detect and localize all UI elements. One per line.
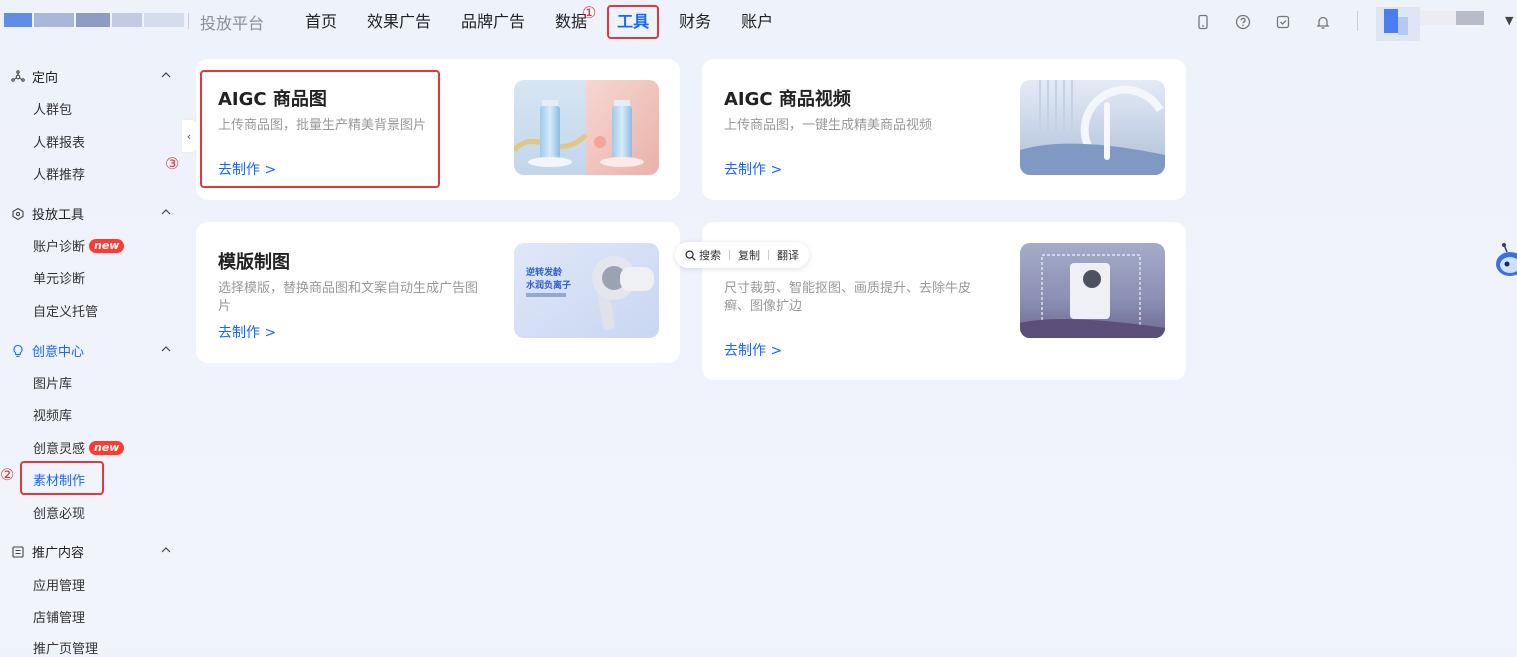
sidebar-group-promo-content[interactable]: 推广内容 bbox=[10, 542, 84, 561]
go-create-link[interactable]: 去制作 > bbox=[218, 322, 276, 342]
sidebar-group-label: 定向 bbox=[32, 71, 59, 86]
header-icons bbox=[1192, 11, 1334, 33]
sidebar-item-store-management[interactable]: 店铺管理 bbox=[33, 607, 85, 626]
card-description: 上传商品图，一键生成精美商品视频 bbox=[724, 118, 933, 133]
thumbnail-subheadline: 水润负离子 bbox=[526, 279, 571, 291]
sidebar-item-custom-hosting[interactable]: 自定义托管 bbox=[33, 301, 98, 320]
header-divider bbox=[1357, 11, 1358, 31]
main-nav: 首页 效果广告 品牌广告 数据 工具 财务 账户 bbox=[305, 0, 803, 44]
sidebar-group-label: 推广内容 bbox=[32, 546, 85, 561]
card-title: 模版制图 bbox=[218, 252, 290, 273]
sidebar-group-label: 投放工具 bbox=[32, 208, 85, 223]
brand-divider bbox=[188, 13, 189, 29]
bell-icon[interactable] bbox=[1312, 11, 1334, 33]
user-menu-chevron-icon[interactable]: ▼ bbox=[1505, 14, 1513, 27]
thumbnail-headline: 逆转发龄 bbox=[526, 266, 563, 278]
nav-finance[interactable]: 财务 bbox=[679, 0, 711, 44]
help-icon[interactable] bbox=[1232, 11, 1254, 33]
sidebar-item-label: 创意灵感 bbox=[33, 442, 86, 457]
search-label: 搜索 bbox=[699, 249, 721, 262]
sidebar-group-creative-center[interactable]: 创意中心 bbox=[10, 341, 84, 360]
targeting-icon bbox=[10, 69, 26, 85]
card-description: 尺寸裁剪、智能抠图、画质提升、去除牛皮癣、图像扩边 bbox=[724, 281, 972, 314]
nav-brand-ads[interactable]: 品牌广告 bbox=[461, 0, 525, 44]
toolbar-divider bbox=[768, 250, 769, 260]
tools-icon bbox=[10, 206, 26, 222]
content-icon bbox=[10, 544, 26, 560]
sidebar-item-app-management[interactable]: 应用管理 bbox=[33, 575, 85, 594]
translate-action[interactable]: 翻译 bbox=[777, 247, 799, 263]
text-selection-toolbar: 搜索 复制 翻译 bbox=[675, 242, 809, 268]
chevron-up-icon[interactable] bbox=[160, 69, 172, 81]
chevron-up-icon[interactable] bbox=[160, 206, 172, 218]
new-badge: new bbox=[89, 238, 125, 253]
nav-account[interactable]: 账户 bbox=[741, 0, 773, 44]
card-template-image[interactable]: 模版制图 选择模版，替换商品图和文案自动生成广告图片 去制作 > 逆转发龄 水润… bbox=[196, 222, 680, 363]
sidebar-item-audience-recommend[interactable]: 人群推荐 bbox=[33, 164, 85, 183]
platform-name: 投放平台 bbox=[200, 14, 265, 33]
annotation-3: ③ bbox=[165, 154, 180, 173]
highlight-box-material-production bbox=[20, 461, 104, 495]
card-thumbnail bbox=[1020, 243, 1165, 338]
copy-action[interactable]: 复制 bbox=[738, 247, 760, 263]
chevron-up-icon[interactable] bbox=[160, 544, 172, 556]
go-create-link[interactable]: 去制作 > bbox=[724, 340, 782, 360]
sidebar-group-targeting[interactable]: 定向 bbox=[10, 67, 58, 86]
card-thumbnail: 逆转发龄 水润负离子 bbox=[514, 243, 659, 338]
highlight-box-aigc-product-image bbox=[200, 70, 440, 188]
nav-tools[interactable]: 工具 bbox=[607, 0, 660, 44]
new-badge: new bbox=[89, 440, 125, 455]
sidebar-item-creative-inspiration[interactable]: 创意灵感 new bbox=[33, 438, 125, 457]
search-action[interactable]: 搜索 bbox=[685, 247, 721, 263]
toolbar-divider bbox=[729, 250, 730, 260]
card-thumbnail bbox=[1020, 80, 1165, 175]
nav-performance-ads[interactable]: 效果广告 bbox=[367, 0, 431, 44]
sidebar-item-audience-report[interactable]: 人群报表 bbox=[33, 132, 85, 151]
sidebar-collapse-button[interactable]: ‹ bbox=[182, 120, 196, 152]
sidebar-item-creative-must[interactable]: 创意必现 bbox=[33, 503, 85, 522]
card-aigc-product-video[interactable]: AIGC 商品视频 上传商品图，一键生成精美商品视频 去制作 > bbox=[702, 59, 1186, 200]
sidebar-item-unit-diagnosis[interactable]: 单元诊断 bbox=[33, 268, 85, 287]
logo[interactable] bbox=[4, 13, 184, 27]
lightbulb-icon bbox=[10, 343, 26, 359]
search-icon bbox=[685, 249, 696, 261]
sidebar-item-label: 账户诊断 bbox=[33, 240, 86, 255]
mobile-icon[interactable] bbox=[1192, 11, 1214, 33]
sidebar-item-account-diagnosis[interactable]: 账户诊断 new bbox=[33, 236, 125, 255]
sidebar-item-video-library[interactable]: 视频库 bbox=[33, 405, 72, 424]
sidebar-group-ad-tools[interactable]: 投放工具 bbox=[10, 204, 84, 223]
go-create-link[interactable]: 去制作 > bbox=[724, 159, 782, 179]
card-title: AIGC 商品视频 bbox=[724, 89, 851, 110]
card-thumbnail bbox=[514, 80, 659, 175]
sidebar-item-audience-pack[interactable]: 人群包 bbox=[33, 99, 72, 118]
assistant-robot-icon[interactable] bbox=[1494, 242, 1517, 280]
sidebar-item-image-library[interactable]: 图片库 bbox=[33, 373, 72, 392]
sidebar-group-label: 创意中心 bbox=[32, 345, 85, 360]
top-bar: 投放平台 首页 效果广告 品牌广告 数据 工具 财务 账户 ① ▼ bbox=[0, 0, 1517, 44]
chevron-up-icon[interactable] bbox=[160, 343, 172, 355]
annotation-1: ① bbox=[582, 3, 597, 22]
task-icon[interactable] bbox=[1272, 11, 1294, 33]
annotation-2: ② bbox=[0, 465, 15, 484]
avatar[interactable] bbox=[1376, 7, 1486, 41]
card-description: 选择模版，替换商品图和文案自动生成广告图片 bbox=[218, 281, 479, 314]
nav-home[interactable]: 首页 bbox=[305, 0, 337, 44]
